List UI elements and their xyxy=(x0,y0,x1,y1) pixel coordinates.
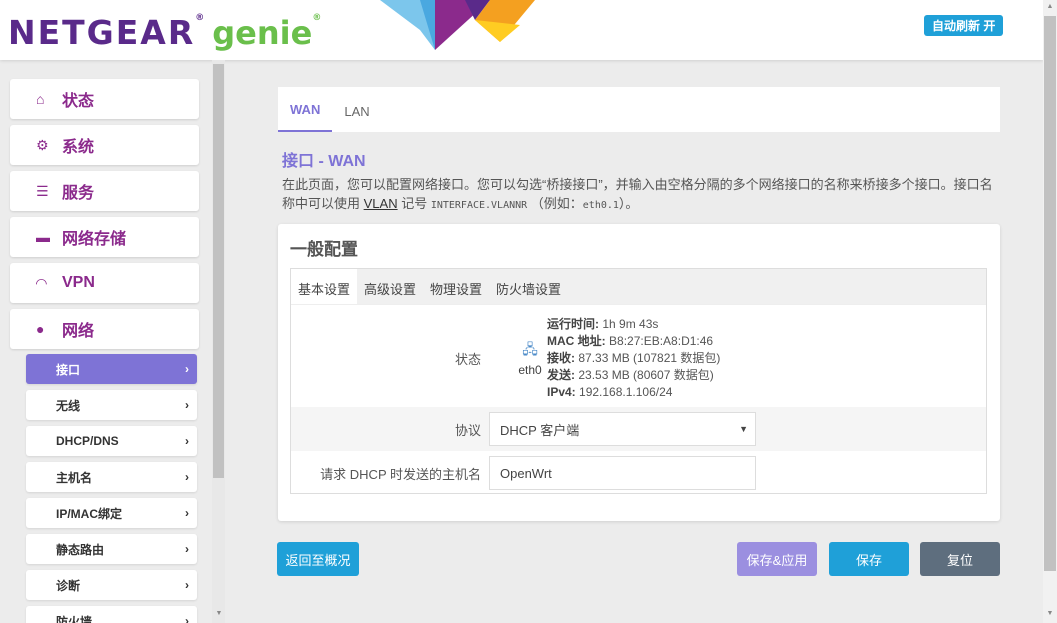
save-button[interactable]: 保存 xyxy=(829,542,909,576)
menu-label: 网络 xyxy=(62,323,95,340)
protocol-select[interactable]: DHCP 客户端 ▼ xyxy=(489,412,756,446)
status-label: 状态 xyxy=(454,351,481,367)
back-button[interactable]: 返回至概况 xyxy=(277,542,359,576)
chevron-right-icon: › xyxy=(185,614,189,623)
chevron-right-icon: › xyxy=(185,470,189,484)
protocol-row: 协议 DHCP 客户端 ▼ xyxy=(291,407,986,451)
tab-wan[interactable]: WAN xyxy=(278,102,333,132)
status-row: 状态 🖧 eth0 运行时间: 1h 9m 43s MAC 地址: B8:27:E… xyxy=(291,313,986,403)
chevron-right-icon: › xyxy=(185,398,189,412)
status-details: 运行时间: 1h 9m 43s MAC 地址: B8:27:EB:A8:D1:4… xyxy=(547,316,721,399)
submenu-static-routes[interactable]: 静态路由 › xyxy=(26,534,197,564)
menu-network[interactable]: ● 网络 xyxy=(10,309,199,349)
submenu-wireless[interactable]: 无线 › xyxy=(26,390,197,420)
section-title: 一般配置 xyxy=(290,240,358,259)
tab-basic[interactable]: 基本设置 xyxy=(291,269,358,304)
protocol-label: 协议 xyxy=(454,422,481,438)
vlan-link[interactable]: VLAN xyxy=(364,196,398,211)
netgear-logo: NETGEAR® genie® xyxy=(8,13,324,52)
menu-system[interactable]: ⚙ 系统 xyxy=(10,125,199,165)
tab-advanced[interactable]: 高级设置 xyxy=(357,269,423,304)
menu-status[interactable]: ⌂ 状态 xyxy=(10,79,199,119)
home-icon: ⌂ xyxy=(36,91,45,107)
submenu-hostnames[interactable]: 主机名 › xyxy=(26,462,197,492)
logo-graphic xyxy=(380,0,535,50)
gauge-icon: ◠ xyxy=(36,274,47,291)
menu-nas[interactable]: ▬ 网络存储 xyxy=(10,217,199,257)
page-scrollbar[interactable]: ▲ ▼ xyxy=(1043,0,1057,623)
reset-button[interactable]: 复位 xyxy=(920,542,1000,576)
globe-icon: ● xyxy=(36,321,45,337)
menu-vpn[interactable]: ◠ VPN xyxy=(10,263,199,303)
submenu-ip-mac[interactable]: IP/MAC绑定 › xyxy=(26,498,197,528)
caret-down-icon: ▼ xyxy=(739,424,748,434)
menu-label: 网络存储 xyxy=(62,231,127,248)
tab-lan[interactable]: LAN xyxy=(332,104,381,132)
hostname-row: 请求 DHCP 时发送的主机名 OpenWrt xyxy=(291,451,986,495)
chevron-right-icon: › xyxy=(185,434,189,448)
auto-refresh-badge[interactable]: 自动刷新 开 xyxy=(924,15,1004,36)
sidebar: ⌂ 状态 ⚙ 系统 ☰ 服务 ▬ 网络存储 ◠ VPN ● 网络 接口 › 无线 › DHCP/… xyxy=(0,60,225,623)
menu-label: 状态 xyxy=(62,93,95,110)
menu-label: 服务 xyxy=(62,185,95,202)
chevron-right-icon: › xyxy=(185,506,189,520)
menu-label: 系统 xyxy=(62,139,95,156)
list-icon: ☰ xyxy=(36,182,49,199)
header: NETGEAR® genie® 自动刷新 开 xyxy=(0,0,1043,60)
chevron-right-icon: › xyxy=(185,578,189,592)
save-apply-button[interactable]: 保存&应用 xyxy=(737,542,817,576)
drive-icon: ▬ xyxy=(36,229,50,245)
page-description: 在此页面，您可以配置网络接口。您可以勾选“桥接接口”，并输入由空格分隔的多个网络… xyxy=(282,177,993,211)
general-config-card: 一般配置 基本设置 高级设置 物理设置 防火墙设置 状态 🖧 eth0 运行时间:… xyxy=(278,224,1000,521)
hostname-input[interactable]: OpenWrt xyxy=(489,456,756,490)
tab-physical[interactable]: 物理设置 xyxy=(423,269,489,304)
gears-icon: ⚙ xyxy=(36,136,49,153)
chevron-right-icon: › xyxy=(185,542,189,556)
page-title: 接口 - WAN xyxy=(282,153,366,170)
submenu-diagnostics[interactable]: 诊断 › xyxy=(26,570,197,600)
hostname-label: 请求 DHCP 时发送的主机名 xyxy=(320,466,481,482)
tab-firewall[interactable]: 防火墙设置 xyxy=(489,269,568,304)
chevron-right-icon: › xyxy=(185,362,189,376)
submenu-dhcp-dns[interactable]: DHCP/DNS › xyxy=(26,426,197,456)
iface-eth0: 🖧 eth0 xyxy=(489,339,547,377)
sidebar-scrollbar[interactable]: ▼ xyxy=(212,60,225,623)
ethernet-icon: 🖧 xyxy=(522,341,538,357)
menu-services[interactable]: ☰ 服务 xyxy=(10,171,199,211)
interface-tabs: WAN LAN xyxy=(278,87,1000,132)
submenu-firewall[interactable]: 防火墙 › xyxy=(26,606,197,623)
menu-label: VPN xyxy=(62,274,95,291)
submenu-interfaces[interactable]: 接口 › xyxy=(26,354,197,384)
